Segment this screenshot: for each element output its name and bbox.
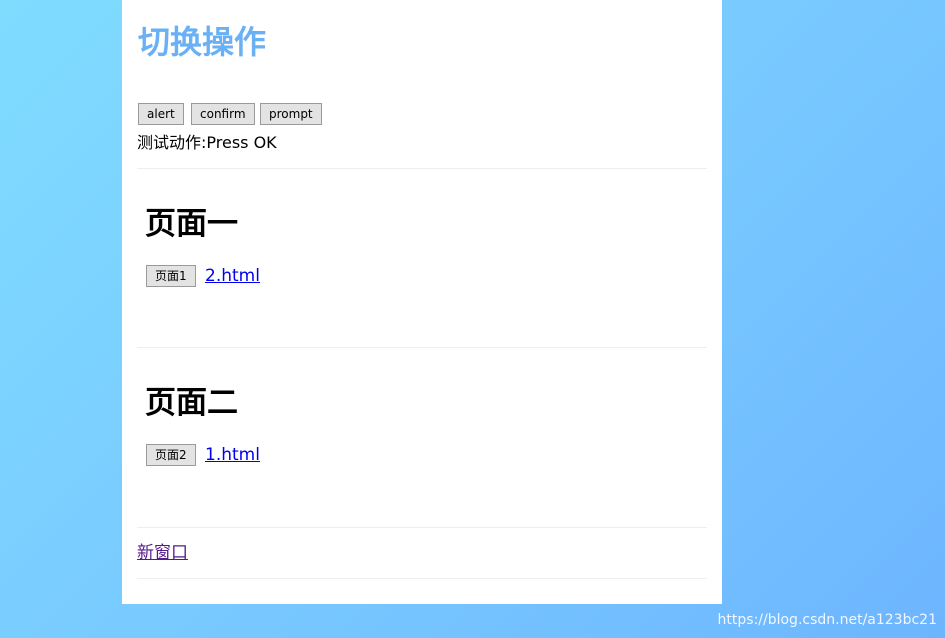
watermark-text: https://blog.csdn.net/a123bc21 [717, 612, 937, 628]
section-heading-page-two: 页面二 [145, 385, 238, 421]
section-heading-page-one: 页面一 [145, 206, 238, 242]
divider [137, 168, 707, 169]
link-2-html[interactable]: 2.html [205, 265, 260, 287]
confirm-button[interactable]: confirm [191, 103, 255, 125]
new-window-link[interactable]: 新窗口 [137, 542, 188, 564]
divider [137, 527, 707, 528]
link-1-html[interactable]: 1.html [205, 444, 260, 466]
content-panel: 切换操作 alert confirm prompt 测试动作:Press OK … [122, 0, 722, 604]
divider [137, 347, 707, 348]
divider [137, 578, 707, 579]
page-one-button[interactable]: 页面1 [146, 265, 196, 287]
alert-button[interactable]: alert [138, 103, 184, 125]
status-text: 测试动作:Press OK [137, 133, 277, 152]
page-title: 切换操作 [138, 23, 267, 61]
page-two-button[interactable]: 页面2 [146, 444, 196, 466]
prompt-button[interactable]: prompt [260, 103, 322, 125]
